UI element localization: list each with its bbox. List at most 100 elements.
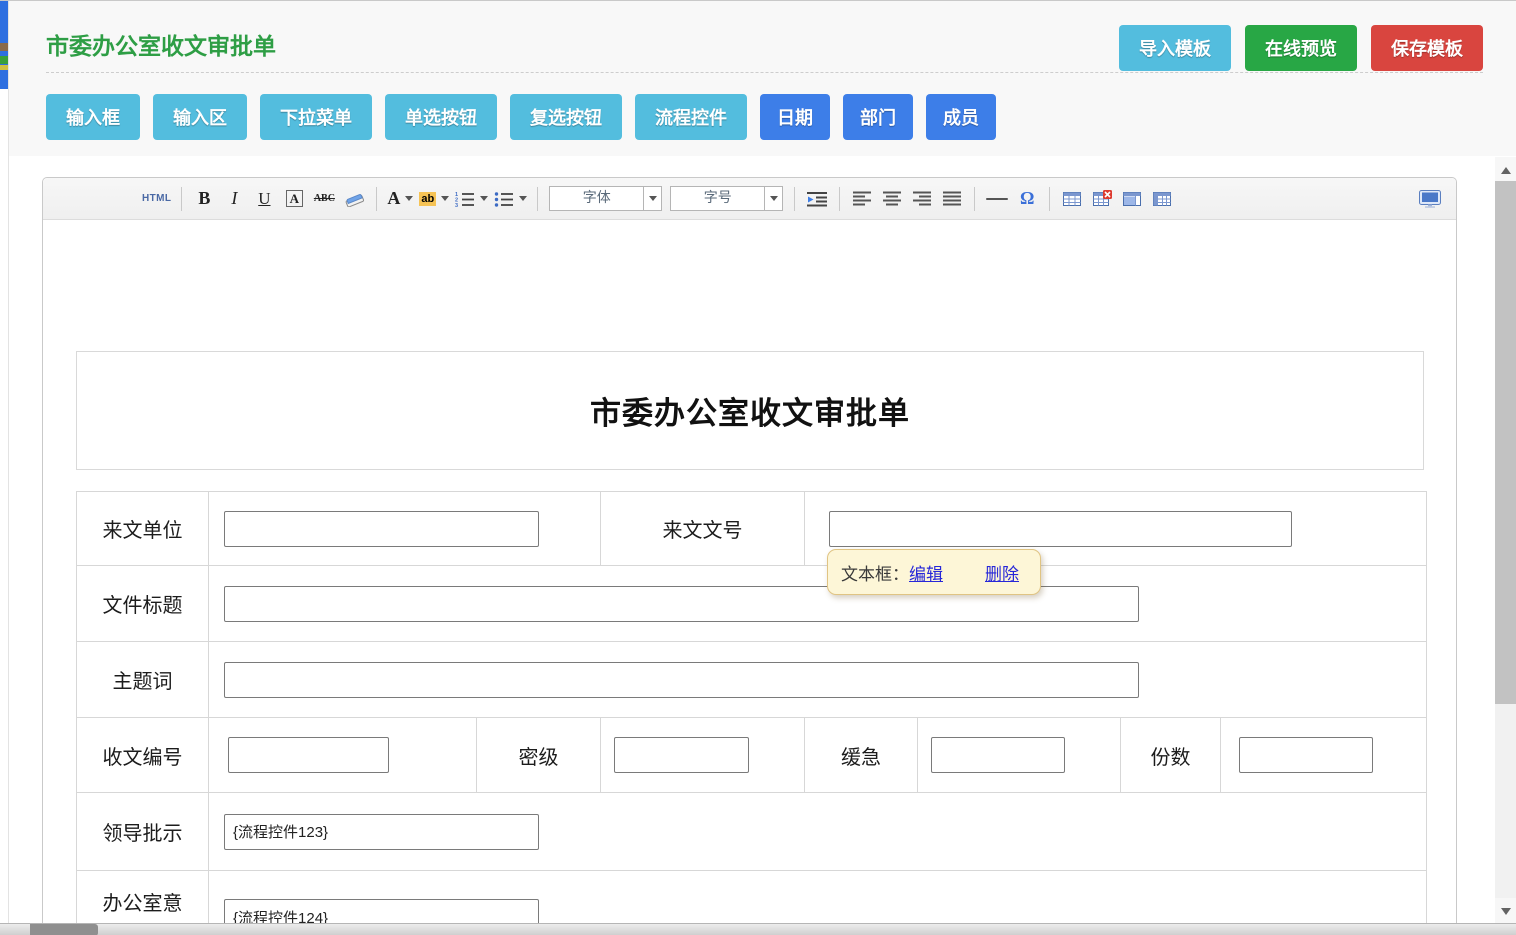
widget-button-flow-control[interactable]: 流程控件 [635, 94, 747, 140]
page-title: 市委办公室收文审批单 [46, 27, 276, 61]
toolbar-separator [181, 187, 182, 211]
fullscreen-button[interactable] [1418, 186, 1442, 212]
widget-button-textarea[interactable]: 输入区 [153, 94, 247, 140]
highlight-icon: ab [419, 192, 436, 206]
widget-tooltip: 文本框： 编辑 删除 [827, 549, 1041, 595]
save-template-button[interactable]: 保存模板 [1371, 25, 1483, 71]
eraser-icon[interactable] [342, 186, 366, 212]
page-left-border [8, 1, 9, 923]
table-row: 领导批示 [77, 793, 1427, 871]
chevron-down-icon[interactable] [643, 187, 661, 210]
widget-button-department[interactable]: 部门 [843, 94, 913, 140]
ordered-list-button[interactable]: 1 2 3 [455, 186, 488, 212]
incoming-doc-number-input[interactable] [829, 511, 1292, 547]
online-preview-button[interactable]: 在线预览 [1245, 25, 1357, 71]
field-label-subject-words: 主题词 [77, 642, 209, 718]
toolbar-separator [794, 187, 795, 211]
urgency-input[interactable] [931, 737, 1065, 773]
field-label-doc-title: 文件标题 [77, 566, 209, 642]
tooltip-delete-link[interactable]: 删除 [985, 560, 1019, 585]
background-window-icon [0, 43, 8, 51]
table-row: 来文单位 来文文号 [77, 492, 1427, 566]
horizontal-rule-button[interactable] [985, 186, 1009, 212]
widget-button-radio[interactable]: 单选按钮 [385, 94, 497, 140]
table-cell-props-button[interactable] [1120, 186, 1144, 212]
table-row: 收文编号 密级 缓急 份数 [77, 718, 1427, 793]
receipt-number-input[interactable] [228, 737, 389, 773]
scrollbar-thumb[interactable] [1495, 181, 1516, 704]
vertical-scrollbar[interactable] [1495, 157, 1516, 924]
strikethrough-button[interactable]: ABC [312, 186, 336, 212]
highlight-color-button[interactable]: ab [419, 186, 449, 212]
font-color-button[interactable]: A [387, 186, 413, 212]
field-label-incoming-unit: 来文单位 [77, 492, 209, 566]
font-size-select[interactable]: 字号 [670, 186, 783, 211]
form-title-box: 市委办公室收文审批单 [76, 351, 1424, 470]
toolbar-separator [839, 187, 840, 211]
toolbar-separator [974, 187, 975, 211]
widget-button-input-box[interactable]: 输入框 [46, 94, 140, 140]
align-center-button[interactable] [880, 186, 904, 212]
background-window-icon [0, 56, 8, 64]
field-label-security-level: 密级 [477, 718, 601, 793]
format-a-button[interactable]: A [282, 186, 306, 212]
font-family-select[interactable]: 字体 [549, 186, 662, 211]
field-label-receipt-number: 收文编号 [77, 718, 209, 793]
copies-input[interactable] [1239, 737, 1373, 773]
bullet-list-button[interactable] [494, 186, 527, 212]
chevron-down-icon [405, 196, 413, 201]
special-char-button[interactable]: Ω [1015, 186, 1039, 212]
form-title: 市委办公室收文审批单 [590, 388, 910, 433]
tooltip-label: 文本框： [841, 560, 909, 585]
table-row: 文件标题 [77, 566, 1427, 642]
scroll-down-button[interactable] [1495, 898, 1516, 924]
tooltip-edit-link[interactable]: 编辑 [909, 560, 943, 585]
toolbar-separator [1049, 187, 1050, 211]
editor-document[interactable]: 市委办公室收文审批单 来文单位 来文文号 文件标题 主题词 收文 [43, 220, 1456, 935]
security-level-input[interactable] [614, 737, 749, 773]
leader-instructions-input[interactable] [224, 814, 539, 850]
bottom-window-bar [0, 923, 1516, 935]
field-label-leader-instructions: 领导批示 [77, 793, 209, 871]
chevron-down-icon[interactable] [764, 187, 782, 210]
align-right-button[interactable] [910, 186, 934, 212]
widget-button-dropdown[interactable]: 下拉菜单 [260, 94, 372, 140]
widget-button-member[interactable]: 成员 [926, 94, 996, 140]
widget-button-checkbox[interactable]: 复选按钮 [510, 94, 622, 140]
widget-button-date[interactable]: 日期 [760, 94, 830, 140]
field-label-urgency: 缓急 [805, 718, 918, 793]
table-row: 主题词 [77, 642, 1427, 718]
subject-words-input[interactable] [224, 662, 1139, 698]
underline-button[interactable]: U [252, 186, 276, 212]
align-left-button[interactable] [850, 186, 874, 212]
approval-form-table: 来文单位 来文文号 文件标题 主题词 收文编号 密级 缓急 份数 [76, 491, 1427, 935]
horizontal-scrollbar-thumb[interactable] [30, 924, 98, 935]
insert-table-button[interactable] [1060, 186, 1084, 212]
background-window-edge [0, 1, 8, 89]
background-window-icon [0, 65, 8, 70]
toolbar-separator [376, 187, 377, 211]
svg-text:3: 3 [455, 203, 458, 207]
table-props-button[interactable] [1150, 186, 1174, 212]
header-divider [46, 72, 1483, 73]
indent-button[interactable] [805, 186, 829, 212]
html-source-button[interactable]: HTML [142, 186, 171, 212]
incoming-unit-input[interactable] [224, 511, 539, 547]
bold-button[interactable]: B [192, 186, 216, 212]
arrow-up-icon [1501, 167, 1511, 174]
import-template-button[interactable]: 导入模板 [1119, 25, 1231, 71]
chevron-down-icon [519, 196, 527, 201]
delete-table-button[interactable] [1090, 186, 1114, 212]
toolbar-separator [537, 187, 538, 211]
field-label-copies: 份数 [1121, 718, 1221, 793]
scroll-up-button[interactable] [1495, 157, 1516, 183]
template-action-row: 导入模板 在线预览 保存模板 [1119, 25, 1483, 71]
align-justify-button[interactable] [940, 186, 964, 212]
widget-button-row: 输入框 输入区 下拉菜单 单选按钮 复选按钮 流程控件 日期 部门 成员 [46, 94, 996, 140]
chevron-down-icon [480, 196, 488, 201]
field-label-incoming-doc-number: 来文文号 [601, 492, 805, 566]
editor-toolbar: HTML B I U A ABC A ab 1 2 [43, 178, 1456, 220]
arrow-down-icon [1501, 908, 1511, 915]
page-header: 市委办公室收文审批单 输入框 输入区 下拉菜单 单选按钮 复选按钮 流程控件 日… [9, 1, 1516, 156]
italic-button[interactable]: I [222, 186, 246, 212]
